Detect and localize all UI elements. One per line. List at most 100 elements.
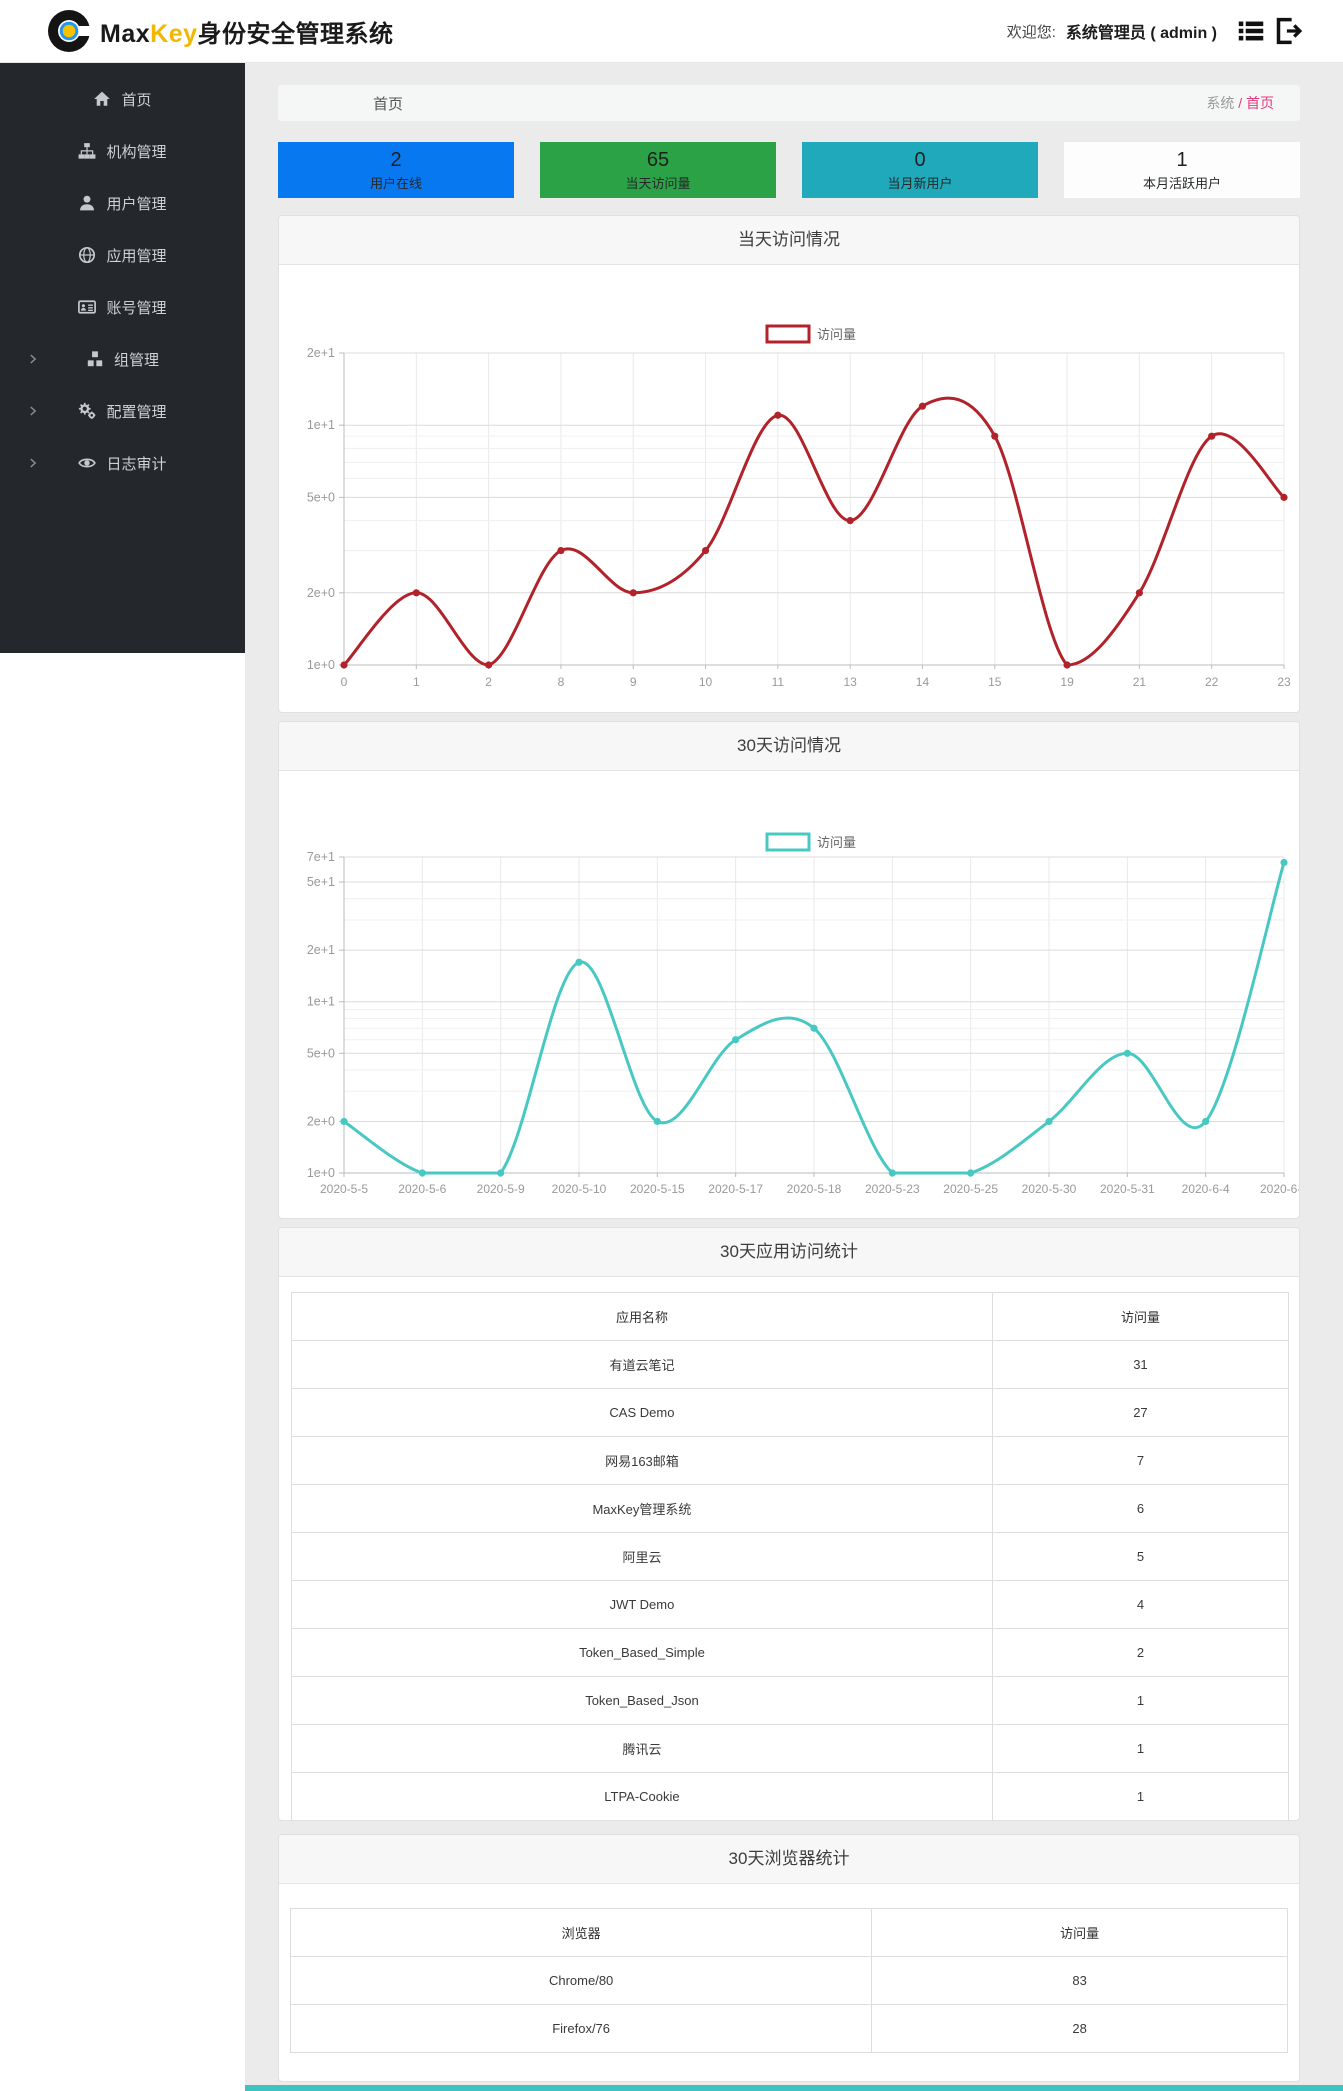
svg-text:2020-5-15: 2020-5-15 (630, 1182, 685, 1196)
sidebar-item-app[interactable]: 应用管理 (0, 229, 245, 281)
cell-count: 2 (991, 1628, 1290, 1677)
table-row: 腾讯云 1 (291, 1724, 1290, 1773)
svg-text:2020-5-30: 2020-5-30 (1022, 1182, 1077, 1196)
sidebar-item-label: 机构管理 (106, 143, 167, 161)
cell-name: LTPA-Cookie (291, 1772, 993, 1820)
svg-text:2e+0: 2e+0 (307, 586, 335, 600)
cell-name: 网易163邮箱 (291, 1436, 993, 1485)
stat-card-0: 2 用户在线 (278, 142, 514, 198)
browser-stats-panel-title: 30天浏览器统计 (279, 1835, 1299, 1884)
svg-text:10: 10 (699, 675, 713, 689)
welcome-label: 欢迎您: (1006, 23, 1056, 41)
sidebar-item-label: 用户管理 (106, 195, 167, 213)
app-visits-panel-title: 30天应用访问统计 (279, 1228, 1299, 1277)
table-header-row: 浏览器 访问量 (289, 1908, 1288, 1957)
svg-text:2e+1: 2e+1 (307, 346, 335, 360)
top-header: MaxKey身份安全管理系统 欢迎您: 系统管理员 ( admin ) (0, 0, 1343, 63)
svg-text:访问量: 访问量 (817, 835, 856, 850)
stat-label: 当天访问量 (625, 176, 691, 191)
svg-text:5e+1: 5e+1 (307, 875, 335, 889)
user-icon (78, 194, 96, 212)
table-header-row: 应用名称 访问量 (291, 1292, 1290, 1341)
sidebar-item-home[interactable]: 首页 (0, 73, 245, 125)
sidebar-item-label: 组管理 (113, 351, 159, 369)
sidebar-item-org[interactable]: 机构管理 (0, 125, 245, 177)
table-row: JWT Demo 4 (291, 1580, 1290, 1629)
logout-icon[interactable] (1275, 17, 1303, 45)
browser-stats-table-wrap: 浏览器 访问量 Chrome/80 83 Firefox/76 28 (279, 1884, 1299, 2081)
footer-accent-bar (245, 2085, 1343, 2091)
cell-count: 31 (991, 1340, 1290, 1389)
cell-count: 4 (991, 1580, 1290, 1629)
eye-icon (78, 454, 97, 472)
table-row: Token_Based_Json 1 (291, 1676, 1290, 1725)
breadcrumb-root-link[interactable]: 系统 (1206, 95, 1234, 111)
cell-name: Chrome/80 (289, 1956, 873, 2005)
svg-text:23: 23 (1277, 675, 1291, 689)
svg-text:访问量: 访问量 (817, 327, 856, 342)
sidebar-menu: 首页机构管理用户管理应用管理账号管理组管理配置管理日志审计 (0, 73, 245, 489)
chevron-right-icon (26, 404, 40, 418)
svg-text:11: 11 (772, 675, 785, 689)
cell-name: Token_Based_Json (291, 1676, 993, 1725)
svg-text:15: 15 (988, 675, 1002, 689)
page-title: 首页 (373, 95, 404, 113)
svg-text:1e+1: 1e+1 (307, 995, 335, 1009)
svg-text:2: 2 (485, 675, 492, 689)
svg-text:2020-5-17: 2020-5-17 (708, 1182, 763, 1196)
cell-name: MaxKey管理系统 (291, 1484, 993, 1533)
sidebar-item-label: 日志审计 (106, 455, 167, 473)
svg-text:2020-5-6: 2020-5-6 (398, 1182, 446, 1196)
sitemap-icon (78, 142, 96, 160)
table-row: MaxKey管理系统 6 (291, 1484, 1290, 1533)
breadcrumb-current-link[interactable]: 首页 (1246, 95, 1274, 111)
sidebar-item-group[interactable]: 组管理 (0, 333, 245, 385)
sidebar-item-audit[interactable]: 日志审计 (0, 437, 245, 489)
sidebar-item-user[interactable]: 用户管理 (0, 177, 245, 229)
brand-text: MaxKey身份安全管理系统 (100, 19, 394, 48)
svg-text:2020-5-25: 2020-5-25 (943, 1182, 998, 1196)
cell-name: 腾讯云 (291, 1724, 993, 1773)
cell-count: 83 (871, 1956, 1288, 2005)
stat-label: 用户在线 (369, 176, 422, 191)
svg-text:22: 22 (1205, 675, 1219, 689)
cell-count: 1 (991, 1676, 1290, 1725)
cell-count: 5 (991, 1532, 1290, 1581)
chevron-right-icon (26, 352, 40, 366)
monthly-visits-chart-svg: 7e+1 5e+1 2e+1 1e+1 5e+0 2e+0 1e+0 2020-5-5 2020… (307, 832, 1299, 1196)
col-header: 访问量 (871, 1908, 1288, 1957)
list-icon[interactable] (1237, 17, 1265, 45)
app-visits-table: 应用名称 访问量 有道云笔记 31 CAS Demo 27 网易163邮箱 7 MaxKey管理… (291, 1292, 1290, 1820)
svg-text:2020-5-10: 2020-5-10 (552, 1182, 607, 1196)
cubes-icon (86, 350, 104, 368)
sidebar-item-account[interactable]: 账号管理 (0, 281, 245, 333)
svg-text:1e+0: 1e+0 (307, 658, 335, 672)
stat-cards-row: 2 用户在线 65 当天访问量 0 当月新用户 1 本月活跃用户 (278, 142, 1300, 198)
svg-text:8: 8 (558, 675, 565, 689)
monthly-visits-panel-title: 30天访问情况 (279, 722, 1299, 771)
stat-value: 1 (1176, 149, 1188, 171)
stat-value: 0 (914, 149, 926, 171)
cell-name: Firefox/76 (289, 2004, 873, 2053)
svg-text:2020-5-5: 2020-5-5 (320, 1182, 368, 1196)
cell-name: 阿里云 (291, 1532, 993, 1581)
svg-text:19: 19 (1060, 675, 1074, 689)
table-row: 阿里云 5 (291, 1532, 1290, 1581)
cell-count: 27 (991, 1388, 1290, 1437)
cell-count: 1 (991, 1724, 1290, 1773)
svg-text:14: 14 (916, 675, 930, 689)
svg-text:2020-5-23: 2020-5-23 (865, 1182, 920, 1196)
id-card-icon (78, 298, 97, 316)
sidebar-item-config[interactable]: 配置管理 (0, 385, 245, 437)
cell-name: Token_Based_Simple (291, 1628, 993, 1677)
stat-label: 本月活跃用户 (1142, 176, 1221, 191)
cell-count: 28 (871, 2004, 1288, 2053)
cell-count: 7 (991, 1436, 1290, 1485)
svg-text:9: 9 (630, 675, 637, 689)
svg-text:7e+1: 7e+1 (307, 850, 335, 864)
table-row: 有道云笔记 31 (291, 1340, 1290, 1389)
current-user: 系统管理员 ( admin ) (1065, 25, 1217, 42)
svg-text:1e+1: 1e+1 (307, 418, 335, 432)
table-row: Firefox/76 28 (289, 2004, 1288, 2053)
sidebar-item-label: 应用管理 (106, 247, 167, 265)
